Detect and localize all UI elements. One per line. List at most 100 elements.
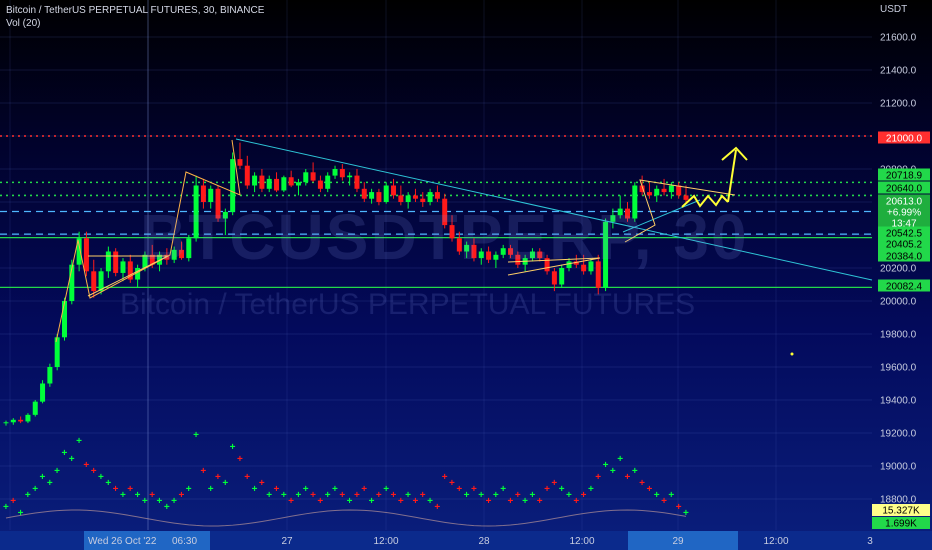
volume-mark: + bbox=[332, 484, 338, 495]
volume-mark: + bbox=[595, 472, 601, 483]
candle-body bbox=[54, 337, 60, 367]
volume-mark: + bbox=[493, 490, 499, 501]
watermark-name: Bitcoin / TetherUS PERPETUAL FUTURES bbox=[120, 288, 696, 321]
price-label: 21000.0 bbox=[886, 134, 923, 145]
volume-mark: + bbox=[135, 490, 141, 501]
candle-body bbox=[676, 185, 682, 196]
candle-body bbox=[259, 175, 265, 189]
volume-mark: + bbox=[646, 484, 652, 495]
volume-mark: + bbox=[303, 484, 309, 495]
candle-body bbox=[661, 188, 667, 193]
candle-body bbox=[91, 271, 97, 292]
candle-body bbox=[303, 172, 309, 183]
volume-mark: + bbox=[252, 484, 258, 495]
volume-mark: + bbox=[581, 490, 587, 501]
volume-mark: + bbox=[339, 490, 345, 501]
candle-body bbox=[40, 383, 46, 402]
volume-mark: + bbox=[537, 496, 543, 507]
volume-mark: + bbox=[149, 490, 155, 501]
volume-mark: + bbox=[69, 454, 75, 465]
candle-body bbox=[61, 301, 67, 338]
volume-mark: + bbox=[54, 466, 60, 477]
candle-body bbox=[281, 177, 287, 191]
price-label: 20082.4 bbox=[886, 282, 923, 293]
volume-mark: + bbox=[500, 484, 506, 495]
volume-mark: + bbox=[178, 490, 184, 501]
price-label: 20640.0 bbox=[886, 184, 923, 195]
volume-mark: + bbox=[25, 490, 31, 501]
volume-mark: + bbox=[113, 484, 119, 495]
volume-mark: + bbox=[391, 490, 397, 501]
volume-mark: + bbox=[464, 490, 470, 501]
volume-mark: + bbox=[376, 490, 382, 501]
candle-body bbox=[266, 178, 272, 189]
volume-indicator-label[interactable]: Vol (20) bbox=[6, 18, 40, 29]
volume-mark: + bbox=[449, 478, 455, 489]
volume-mark: + bbox=[237, 454, 243, 465]
volume-mark: + bbox=[625, 472, 631, 483]
x-tick-label: 12:00 bbox=[569, 536, 594, 547]
volume-mark: + bbox=[632, 466, 638, 477]
volume-mark: + bbox=[120, 490, 126, 501]
candle-body bbox=[339, 169, 345, 178]
y-tick-label: 19800.0 bbox=[880, 330, 917, 341]
volume-mark: + bbox=[222, 478, 228, 489]
volume-mark: + bbox=[544, 484, 550, 495]
y-tick-label: 20000.0 bbox=[880, 297, 917, 308]
watermark-symbol: BTCUSDTPERP, 30 bbox=[140, 201, 749, 273]
volume-mark: + bbox=[32, 484, 38, 495]
y-tick-label: 21600.0 bbox=[880, 33, 917, 44]
candle-body bbox=[18, 419, 24, 422]
candle-body bbox=[347, 175, 353, 178]
volume-mark: + bbox=[91, 466, 97, 477]
volume-mark: + bbox=[200, 466, 206, 477]
chart-window: + + + + + + + + + + + + + + + + + + + + + + + + + + + + + + + + + + + + + + + +… bbox=[0, 0, 932, 550]
volume-mark: + bbox=[639, 478, 645, 489]
volume-ma-line bbox=[5, 509, 687, 527]
candle-body bbox=[105, 251, 111, 272]
candle-body bbox=[369, 192, 375, 199]
volume-mark: + bbox=[83, 460, 89, 471]
candle-body bbox=[354, 175, 360, 189]
y-tick-label: 19000.0 bbox=[880, 462, 917, 473]
candle-body bbox=[274, 178, 280, 191]
volume-mark: + bbox=[266, 490, 272, 501]
volume-mark: + bbox=[398, 496, 404, 507]
volume-mark: + bbox=[288, 496, 294, 507]
volume-mark: + bbox=[259, 478, 265, 489]
x-tick-label: 3 bbox=[867, 536, 873, 547]
price-label: 20384.0 bbox=[886, 252, 923, 263]
candle-body bbox=[32, 401, 38, 415]
x-tick-label: 12:00 bbox=[373, 536, 398, 547]
volume-mark: + bbox=[61, 448, 67, 459]
volume-mark: + bbox=[347, 496, 353, 507]
candle-body bbox=[317, 180, 323, 189]
price-label: 20718.9 bbox=[886, 171, 923, 182]
volume-mark: + bbox=[295, 490, 301, 501]
x-tick-label: Wed 26 Oct '22 bbox=[88, 536, 157, 547]
volume-mark: + bbox=[661, 496, 667, 507]
volume-mark: + bbox=[427, 496, 433, 507]
candle-body bbox=[113, 251, 119, 273]
volume-mark: + bbox=[47, 478, 53, 489]
volume-mark: + bbox=[98, 472, 104, 483]
y-tick-label: 18800.0 bbox=[880, 495, 917, 506]
candle-body bbox=[120, 261, 126, 273]
candle-body bbox=[237, 159, 243, 166]
volume-mark: + bbox=[610, 466, 616, 477]
candle-body bbox=[391, 185, 397, 196]
y-tick-label: 19200.0 bbox=[880, 429, 917, 440]
candle-body bbox=[668, 185, 674, 193]
candle-body bbox=[295, 182, 301, 186]
volume-mark: + bbox=[127, 484, 133, 495]
volume-mark: + bbox=[434, 502, 440, 513]
volume-mark: + bbox=[478, 490, 484, 501]
volume-mark: + bbox=[676, 502, 682, 513]
symbol-title[interactable]: Bitcoin / TetherUS PERPETUAL FUTURES, 30… bbox=[6, 5, 264, 16]
volume-mark: + bbox=[588, 484, 594, 495]
volume-mark: + bbox=[215, 472, 221, 483]
candlestick-chart[interactable]: ++++++++++++++++++++++++++++++++++++++++… bbox=[0, 0, 932, 550]
volume-mark: + bbox=[164, 502, 170, 513]
volume-mark: + bbox=[522, 496, 528, 507]
axis-unit[interactable]: USDT bbox=[880, 4, 907, 15]
